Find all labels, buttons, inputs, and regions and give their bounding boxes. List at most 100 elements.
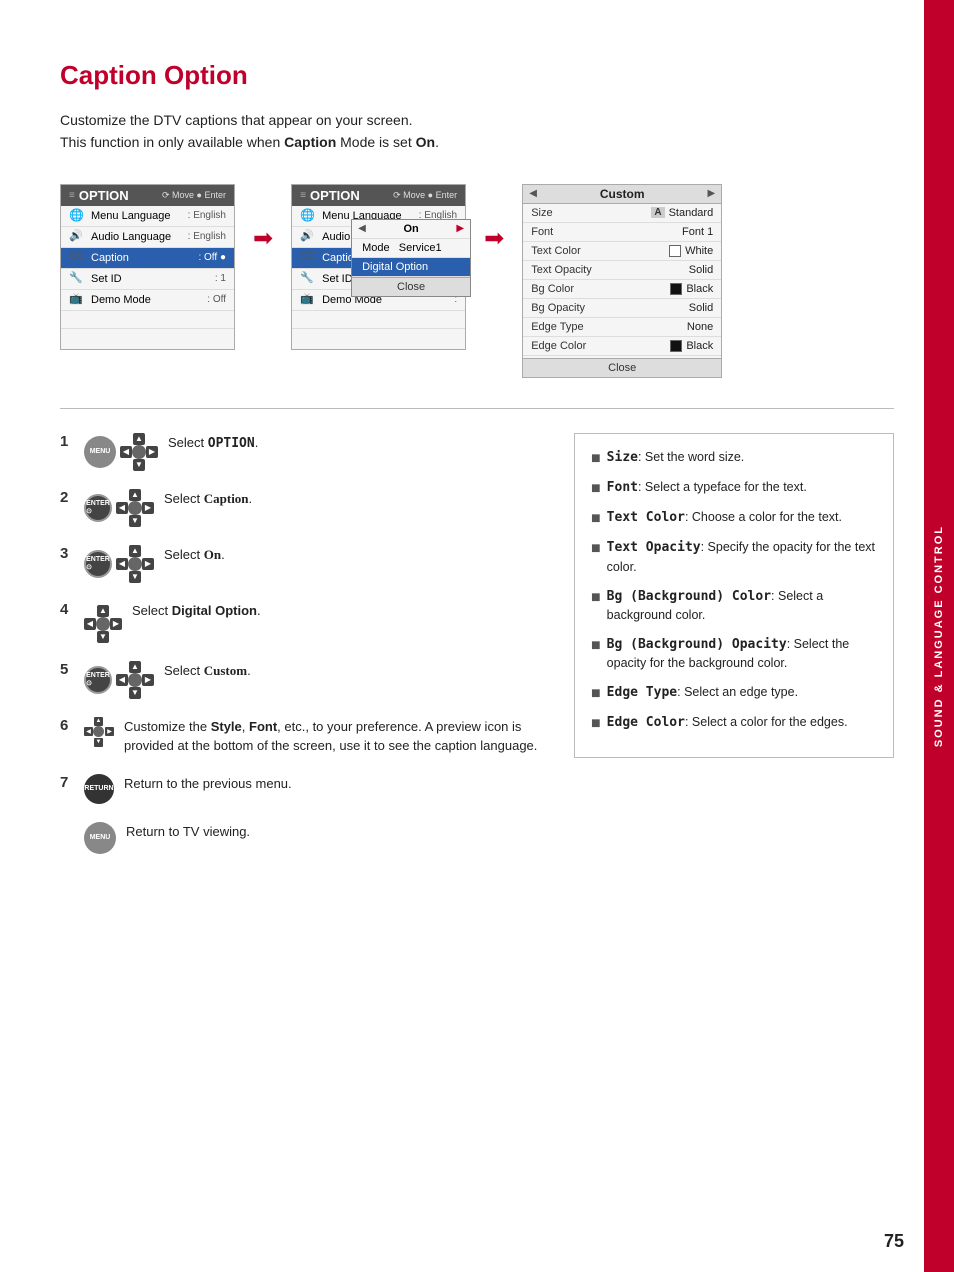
center-btn-3[interactable]	[128, 557, 142, 571]
up-arrow-3[interactable]: ▲	[129, 545, 141, 557]
nav-arrows-ud-6[interactable]: ▲ ▼ ◀ ▶	[84, 717, 114, 747]
demo-icon: 📺	[69, 292, 85, 308]
intro-line1: Customize the DTV captions that appear o…	[60, 112, 413, 128]
down-arrow-6[interactable]: ▼	[94, 738, 103, 747]
popup-digital-option-row: Digital Option	[352, 258, 470, 277]
bg-color-swatch	[670, 283, 682, 295]
step-1: 1 MENU ▲ ▼ ◀ ▶ Select OPTION.	[60, 433, 544, 471]
left-arrow-2[interactable]: ◀	[116, 502, 128, 514]
down-arrow[interactable]: ▼	[133, 459, 145, 471]
bullet-text-color: ■	[591, 509, 601, 528]
step-1-icons: MENU ▲ ▼ ◀ ▶	[84, 433, 158, 471]
popup-close: Close	[352, 277, 470, 296]
right-arrow-6[interactable]: ▶	[105, 727, 114, 736]
center-btn[interactable]	[132, 445, 146, 459]
sp-row-bg-opacity: Bg Opacity Solid	[523, 299, 721, 318]
center-btn-5[interactable]	[128, 673, 142, 687]
sp-row-text-color: Text Color White	[523, 242, 721, 261]
audio-icon-2: 🔊	[300, 229, 316, 245]
info-text-font: Font: Select a typeface for the text.	[607, 478, 807, 498]
right-arrow[interactable]: ▶	[146, 446, 158, 458]
left-arrow[interactable]: ◀	[120, 446, 132, 458]
down-arrow-3[interactable]: ▼	[129, 571, 141, 583]
center-btn-4[interactable]	[96, 617, 110, 631]
step-6: 6 ▲ ▼ ◀ ▶ Customize the Style, Font, etc…	[60, 717, 544, 756]
menu1-footer	[61, 329, 234, 349]
up-arrow[interactable]: ▲	[133, 433, 145, 445]
return-button-7[interactable]: RETURN	[84, 774, 114, 804]
step-1-option-text: OPTION	[208, 436, 255, 451]
nav-arrows-5[interactable]: ▲ ▼ ◀ ▶	[116, 661, 154, 699]
sp-row-edge-type: Edge Type None	[523, 318, 721, 337]
step-6-num: 6	[60, 717, 74, 734]
menu1-header: ≡ OPTION ⟳ Move ● Enter	[61, 185, 234, 206]
up-arrow-4[interactable]: ▲	[97, 605, 109, 617]
down-arrow-4[interactable]: ▼	[97, 631, 109, 643]
step-6-icons: ▲ ▼ ◀ ▶	[84, 717, 114, 747]
down-arrow-2[interactable]: ▼	[129, 515, 141, 527]
step-7-text: Return to the previous menu.	[124, 774, 292, 794]
step-6-font-text: Font	[249, 719, 277, 734]
info-item-bg-color: ■ Bg (Background) Color: Select a backgr…	[591, 587, 877, 625]
menu-box-1: ≡ OPTION ⟳ Move ● Enter 🌐 Menu Language …	[60, 184, 235, 350]
enter-button-2[interactable]: ENTER⊙	[84, 494, 112, 522]
step-3: 3 ENTER⊙ ▲ ▼ ◀ ▶ Select On.	[60, 545, 544, 583]
left-arrow-3[interactable]: ◀	[116, 558, 128, 570]
right-arrow-5[interactable]: ▶	[142, 674, 154, 686]
center-btn-2[interactable]	[128, 501, 142, 515]
left-arrow-5[interactable]: ◀	[116, 674, 128, 686]
step-3-num: 3	[60, 545, 74, 562]
left-arrow-6[interactable]: ◀	[84, 727, 93, 736]
intro-caption-bold: Caption	[284, 134, 336, 150]
step-2-text: Select Caption.	[164, 489, 252, 509]
nav-arrows-4[interactable]: ▲ ▼ ◀ ▶	[84, 605, 122, 643]
right-arrow-2[interactable]: ▶	[142, 502, 154, 514]
bullet-bg-opacity: ■	[591, 636, 601, 655]
menu2-header: ≡ OPTION ⟳ Move ● Enter	[292, 185, 465, 206]
step-7-num: 7	[60, 774, 74, 791]
diagram-area: ≡ OPTION ⟳ Move ● Enter 🌐 Menu Language …	[60, 184, 894, 378]
enter-button-3[interactable]: ENTER⊙	[84, 550, 112, 578]
caption-icon: CC	[69, 250, 85, 266]
nav-arrows-1[interactable]: ▲ ▼ ◀ ▶	[120, 433, 158, 471]
sp-row-font: Font Font 1	[523, 223, 721, 242]
step-3-on-text: On	[204, 547, 221, 562]
step-4-digital-option-text: Digital Option	[172, 603, 257, 618]
info-item-bg-opacity: ■ Bg (Background) Opacity: Select the op…	[591, 635, 877, 673]
step-2-icons: ENTER⊙ ▲ ▼ ◀ ▶	[84, 489, 154, 527]
info-box: ■ Size: Set the word size. ■ Font: Selec…	[574, 433, 894, 759]
intro-line2-pre: This function in only available when	[60, 134, 284, 150]
sp-close-btn: Close	[523, 358, 721, 377]
step-5-custom-text: Custom	[204, 663, 247, 678]
size-icon-a: A	[651, 207, 664, 218]
nav-arrows-2[interactable]: ▲ ▼ ◀ ▶	[116, 489, 154, 527]
info-item-edge-color: ■ Edge Color: Select a color for the edg…	[591, 713, 877, 733]
step-8: MENU Return to TV viewing.	[60, 822, 544, 854]
up-arrow-2[interactable]: ▲	[129, 489, 141, 501]
step-5-num: 5	[60, 661, 74, 678]
nav-arrows-3[interactable]: ▲ ▼ ◀ ▶	[116, 545, 154, 583]
bullet-bg-color: ■	[591, 588, 601, 607]
up-arrow-5[interactable]: ▲	[129, 661, 141, 673]
step-6-style-text: Style	[211, 719, 242, 734]
up-arrow-6[interactable]: ▲	[94, 717, 103, 726]
menu-button-8[interactable]: MENU	[84, 822, 116, 854]
enter-button-5[interactable]: ENTER⊙	[84, 666, 112, 694]
right-arrow-4[interactable]: ▶	[110, 618, 122, 630]
menu1-nav: ⟳ Move ● Enter	[162, 190, 226, 201]
sp-row-size: Size A Standard	[523, 204, 721, 223]
info-text-text-opacity: Text Opacity: Specify the opacity for th…	[607, 538, 877, 576]
step-3-icons: ENTER⊙ ▲ ▼ ◀ ▶	[84, 545, 154, 583]
set-icon-2: 🔧	[300, 271, 316, 287]
right-arrow-3[interactable]: ▶	[142, 558, 154, 570]
menu1-row-extra1	[61, 311, 234, 329]
step-2: 2 ENTER⊙ ▲ ▼ ◀ ▶ Select Caption.	[60, 489, 544, 527]
popup-nav-val: On	[366, 223, 457, 235]
center-btn-6[interactable]	[93, 726, 104, 737]
sp-row-bg-color: Bg Color Black	[523, 280, 721, 299]
left-arrow-4[interactable]: ◀	[84, 618, 96, 630]
menu-button-1[interactable]: MENU	[84, 436, 116, 468]
down-arrow-5[interactable]: ▼	[129, 687, 141, 699]
step-2-num: 2	[60, 489, 74, 506]
arrow-1: ➡	[253, 224, 273, 253]
